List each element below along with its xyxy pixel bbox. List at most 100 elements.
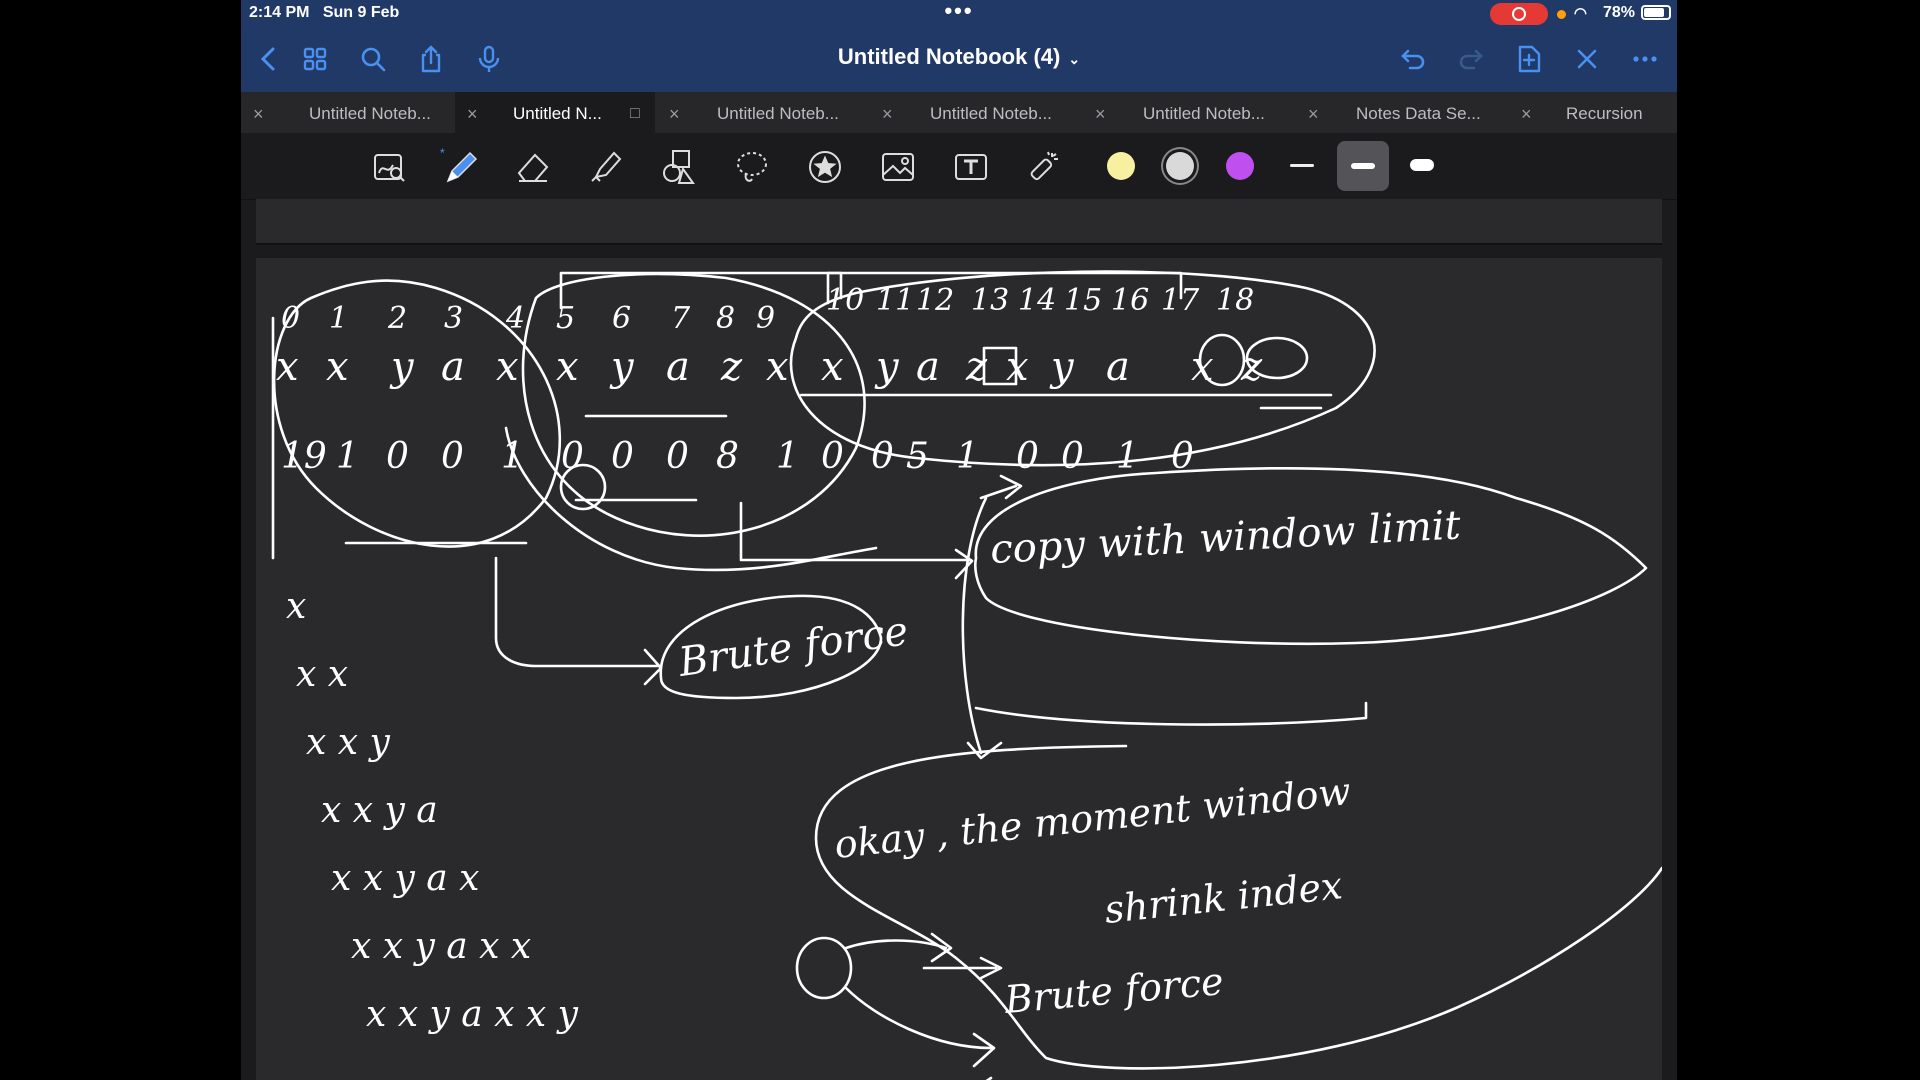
string-char: a — [441, 344, 465, 390]
stroke-width-thick[interactable] — [1410, 159, 1434, 171]
count-digit: 0 — [1016, 436, 1039, 477]
arrow-b — [922, 956, 1003, 980]
tab-notebook-1[interactable]: × Untitled Noteb... — [241, 92, 453, 133]
close-pencil-icon[interactable] — [1571, 44, 1603, 76]
note-moment-window: okay , the moment window — [832, 769, 1352, 867]
status-time: 2:14 PM Sun 9 Feb — [249, 4, 400, 21]
tab-label: Untitled Noteb... — [1143, 104, 1265, 123]
tab-bar: × Untitled Noteb... × Untitled N... □ × … — [241, 92, 1677, 133]
tab-notebook-3[interactable]: × Untitled Noteb... — [669, 92, 881, 133]
tab-label: Recursion — [1566, 104, 1643, 123]
navigation-bar: Untitled Notebook (4) ⌄ — [241, 28, 1677, 92]
string-char: x — [1006, 344, 1029, 390]
laser-pointer-icon[interactable] — [1024, 147, 1064, 187]
close-tab-icon[interactable]: × — [1308, 92, 1319, 136]
count-digit: 1 — [776, 436, 799, 477]
index-label: 5 — [556, 301, 575, 336]
string-char: y — [1049, 344, 1075, 390]
screen-recording-indicator[interactable] — [1490, 3, 1548, 25]
tab-notes-data[interactable]: × Notes Data Se... — [1308, 92, 1520, 133]
index-label: 11 — [876, 283, 914, 318]
close-tab-icon[interactable]: × — [253, 92, 264, 136]
index-label: 4 — [505, 301, 525, 336]
count-digit: 0 — [611, 436, 634, 477]
tab-recursion[interactable]: × Recursion — [1521, 92, 1677, 133]
multitasking-dots-icon[interactable]: ••• — [944, 0, 973, 24]
sticker-icon[interactable] — [805, 147, 845, 187]
stroke-width-medium-selected[interactable] — [1337, 141, 1389, 191]
redo-icon[interactable] — [1455, 44, 1487, 76]
stroke-width-thin[interactable] — [1290, 164, 1314, 167]
close-tab-icon[interactable]: × — [1095, 92, 1106, 136]
shapes-icon[interactable] — [659, 147, 699, 187]
index-label: 0 — [281, 301, 300, 336]
prefix-line: x x — [296, 654, 348, 695]
note-canvas[interactable]: 0 1 2 3 4 5 6 7 8 9 10 11 12 13 14 15 16 17 18 x x y a x x y a z x x y… — [256, 258, 1662, 1080]
wifi-icon: ◠ — [1573, 5, 1587, 22]
chevron-down-icon[interactable]: ⌄ — [1068, 51, 1080, 67]
top-curve — [974, 701, 1368, 726]
string-char: z — [1240, 344, 1263, 390]
close-tab-icon[interactable]: × — [1521, 92, 1532, 136]
previous-page-edge — [256, 199, 1662, 245]
count-digit: 1 — [1116, 436, 1139, 477]
undo-icon[interactable] — [1397, 44, 1429, 76]
tab-label: Untitled Noteb... — [717, 104, 839, 123]
close-tab-icon[interactable]: × — [467, 92, 478, 136]
count-digit: 0 — [386, 436, 409, 477]
drawing-toolbar: * — [241, 133, 1677, 200]
color-swatch-purple[interactable] — [1226, 152, 1254, 180]
tab-notebook-5[interactable]: × Untitled Noteb... — [1095, 92, 1307, 133]
close-tab-icon[interactable]: × — [669, 92, 680, 136]
battery-icon — [1641, 5, 1671, 20]
color-swatch-yellow[interactable] — [1107, 152, 1135, 180]
index-label: 14 — [1018, 283, 1056, 318]
string-char: a — [916, 344, 940, 390]
add-page-icon[interactable] — [1513, 44, 1545, 76]
index-label: 10 — [826, 283, 864, 318]
tab-notebook-2[interactable]: × Untitled N... □ — [455, 92, 655, 133]
string-char: a — [1106, 344, 1130, 390]
string-char: x — [556, 344, 579, 390]
count-digit: 1 — [501, 436, 524, 477]
string-char: y — [389, 344, 415, 390]
note-brute-force-2: Brute force — [1002, 959, 1225, 1022]
eraser-icon[interactable] — [513, 147, 553, 187]
count-digit: 1 — [336, 436, 359, 477]
index-label: 2 — [387, 301, 407, 336]
count-digit: 0 — [871, 436, 894, 477]
prefix-line: x x y a — [321, 790, 438, 831]
index-label: 6 — [612, 301, 631, 336]
status-bar: 2:14 PM Sun 9 Feb ••• ◠ 78% — [241, 0, 1677, 28]
count-digit: 0 — [821, 436, 844, 477]
count-digit: 0 — [1171, 436, 1194, 477]
prefix-line: x x y a x — [331, 858, 479, 899]
tab-label: Untitled Noteb... — [309, 104, 431, 123]
tab-notebook-4[interactable]: × Untitled Noteb... — [882, 92, 1094, 133]
handwriting-layer: 0 1 2 3 4 5 6 7 8 910 11 12 13 14 15 16 17 18x x y a x x y a z x x y… — [271, 270, 1662, 1080]
circle-start — [795, 936, 853, 1000]
color-swatch-white[interactable] — [1166, 152, 1194, 180]
index-label: 17 — [1161, 283, 1200, 318]
more-options-icon[interactable] — [1629, 44, 1661, 76]
close-tab-icon[interactable]: × — [882, 92, 893, 136]
split-view-icon[interactable]: □ — [630, 92, 640, 136]
index-label: 18 — [1216, 283, 1254, 318]
index-label: 3 — [444, 301, 463, 336]
lasso-icon[interactable] — [732, 147, 772, 187]
count-digit: 0 — [441, 436, 464, 477]
index-label: 12 — [916, 283, 954, 318]
string-char: x — [1191, 344, 1214, 390]
image-icon[interactable] — [878, 147, 918, 187]
count-digit: 19 — [281, 436, 327, 477]
prefix-line: x x y a x x y — [366, 994, 579, 1035]
string-char: y — [874, 344, 900, 390]
highlighter-icon[interactable] — [586, 147, 626, 187]
string-char: z — [720, 344, 743, 390]
text-icon[interactable] — [951, 147, 991, 187]
arrow-c — [844, 986, 996, 1068]
pen-icon[interactable]: * — [440, 146, 480, 187]
zoom-window-icon[interactable] — [369, 147, 409, 187]
count-digit: 1 — [956, 436, 979, 477]
string-char: x — [821, 344, 844, 390]
